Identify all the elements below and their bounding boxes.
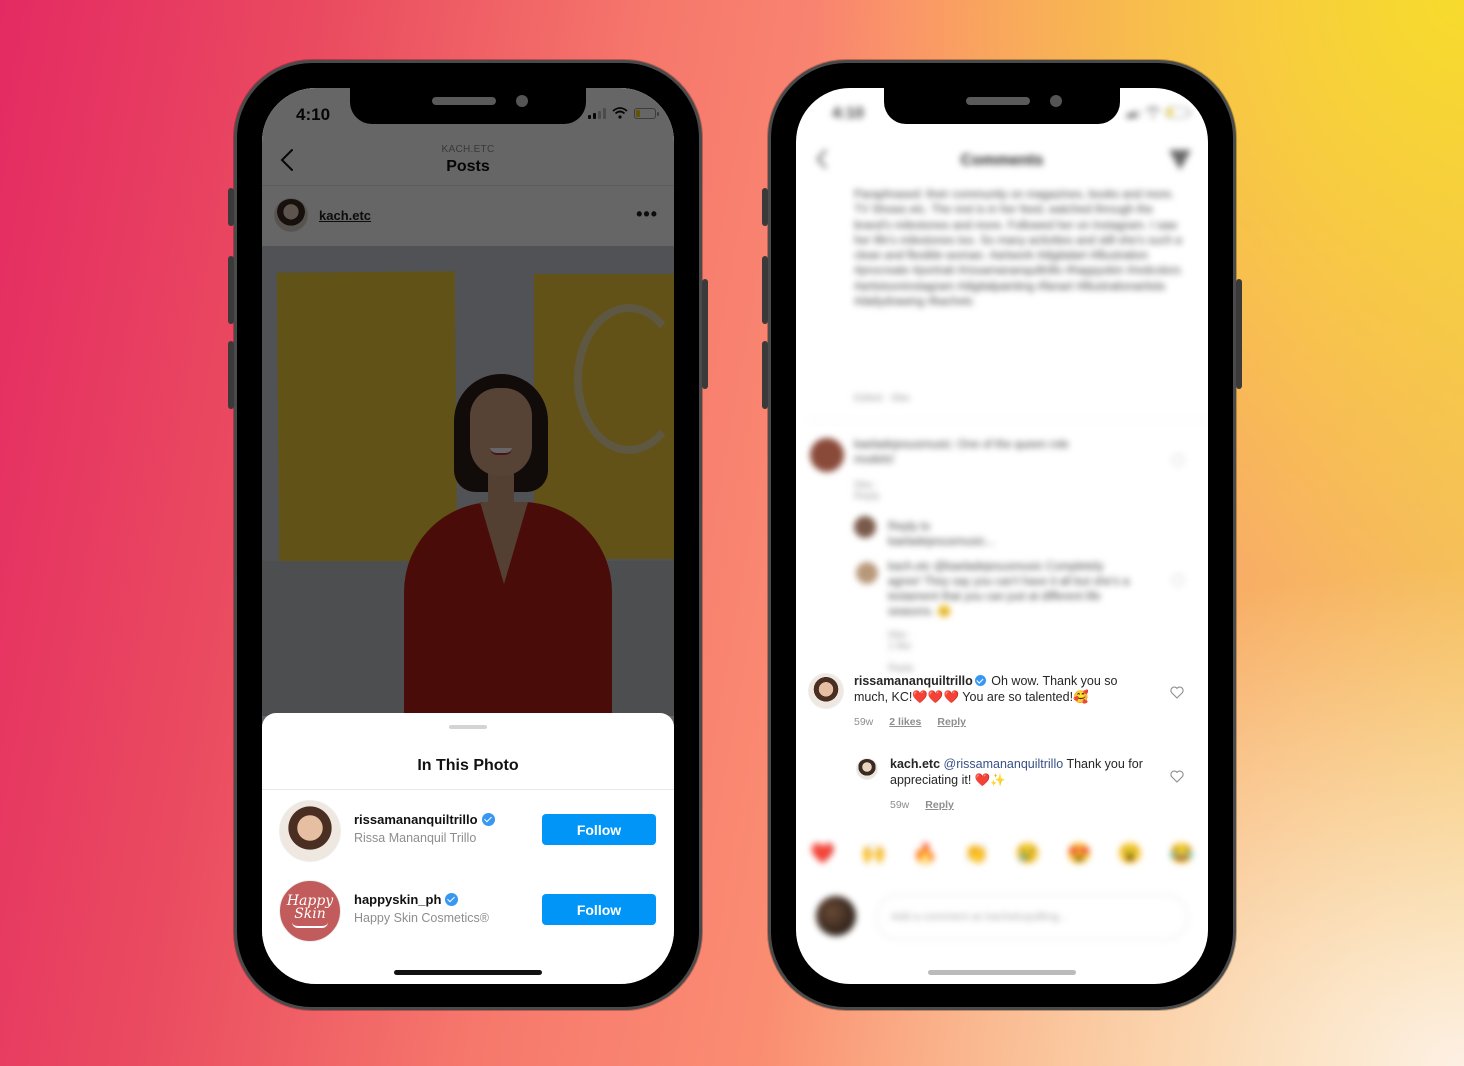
comment-username[interactable]: kach.etc	[890, 757, 940, 771]
sheet-drag-handle[interactable]	[449, 725, 487, 729]
emoji-surprised[interactable]: 😮	[1118, 841, 1143, 866]
tagged-username[interactable]: rissamananquiltrillo	[354, 812, 478, 827]
volume-up-button	[762, 256, 768, 324]
like-heart-icon[interactable]	[1170, 686, 1184, 699]
post-caption: Paraphrased: their community on magazine…	[854, 189, 1182, 309]
notch	[350, 88, 586, 124]
volume-down-button	[228, 341, 234, 409]
tagged-user-avatar[interactable]	[279, 800, 341, 862]
emoji-raised-hands[interactable]: 🙌	[861, 841, 886, 866]
tagged-brand-logo[interactable]: Happy Skin	[279, 880, 341, 942]
verified-badge-icon	[445, 893, 459, 906]
power-button	[1236, 279, 1242, 389]
current-user-avatar	[816, 896, 856, 936]
logo-text: Skin	[294, 905, 326, 922]
caption-meta: Edited · 59w	[854, 393, 910, 404]
verified-badge-icon	[974, 675, 986, 686]
home-indicator[interactable]	[394, 970, 542, 975]
page-title: Comments	[960, 152, 1044, 169]
follow-button[interactable]: Follow	[542, 814, 656, 845]
right-screen: 4:10 Comments Paraphrased: their communi…	[796, 88, 1208, 984]
verified-badge-icon	[481, 813, 495, 826]
comments-header: Comments	[796, 136, 1208, 186]
notch	[884, 88, 1120, 124]
emoji-heart[interactable]: ❤️	[810, 841, 835, 866]
in-this-photo-sheet: In This Photo rissamananquiltrillo Rissa…	[262, 713, 674, 984]
likes-count-link[interactable]: 2 likes	[889, 716, 921, 728]
send-icon[interactable]	[1166, 146, 1194, 174]
sheet-title: In This Photo	[417, 757, 519, 774]
tagged-user-row[interactable]: rissamananquiltrillo Rissa Mananquil Tri…	[262, 798, 674, 862]
left-screen: 4:10 KACH.ETC P	[262, 88, 674, 984]
power-button	[702, 279, 708, 389]
battery-icon	[1166, 107, 1191, 118]
like-heart-icon[interactable]	[1170, 770, 1184, 783]
comment-avatar[interactable]	[856, 758, 878, 780]
status-time: 4:10	[832, 105, 865, 122]
emoji-heart-eyes[interactable]: 😍	[1066, 841, 1091, 866]
heart-emoji: ❤️❤️❤️	[912, 690, 960, 704]
volume-down-button	[762, 341, 768, 409]
volume-up-button	[228, 256, 234, 324]
comment-username[interactable]: rissamananquiltrillo	[854, 674, 973, 688]
comment-input[interactable]: Add a comment as kachetcquilting...	[876, 894, 1188, 940]
emoji-laughing[interactable]: 😂	[1169, 841, 1194, 866]
comment-composer: Add a comment as kachetcquilting...	[810, 888, 1192, 948]
emoji-fire[interactable]: 🔥	[913, 841, 938, 866]
comment-text: You are so talented!🥰	[959, 690, 1089, 704]
emoji-clap[interactable]: 👏	[964, 841, 989, 866]
tagged-user-row[interactable]: Happy Skin happyskin_ph Happy Skin Cosme…	[262, 878, 674, 942]
quick-emoji-bar: ❤️ 🙌 🔥 👏 😢 😍 😮 😂	[810, 841, 1194, 866]
comment-time: 59w	[854, 716, 874, 728]
comment-time: 59w	[890, 799, 910, 811]
left-phone-frame: 4:10 KACH.ETC P	[228, 60, 708, 1010]
tagged-full-name: Rissa Mananquil Trillo	[354, 831, 477, 845]
tagged-username[interactable]: happyskin_ph	[354, 892, 441, 907]
follow-button[interactable]: Follow	[542, 894, 656, 925]
wifi-icon	[1146, 107, 1160, 118]
right-phone-frame: 4:10 Comments Paraphrased: their communi…	[762, 60, 1242, 1010]
comment-avatar[interactable]	[808, 673, 844, 709]
home-indicator[interactable]	[928, 970, 1076, 975]
emoji-crying[interactable]: 😢	[1015, 841, 1040, 866]
divider	[262, 789, 674, 790]
reply-link[interactable]: Reply	[937, 716, 966, 728]
signal-icon	[1127, 107, 1140, 118]
tagged-full-name: Happy Skin Cosmetics®	[354, 911, 489, 925]
mute-switch	[228, 188, 234, 226]
reply-link[interactable]: Reply	[925, 799, 954, 811]
mute-switch	[762, 188, 768, 226]
mention-link[interactable]: @rissamananquiltrillo	[944, 757, 1064, 771]
